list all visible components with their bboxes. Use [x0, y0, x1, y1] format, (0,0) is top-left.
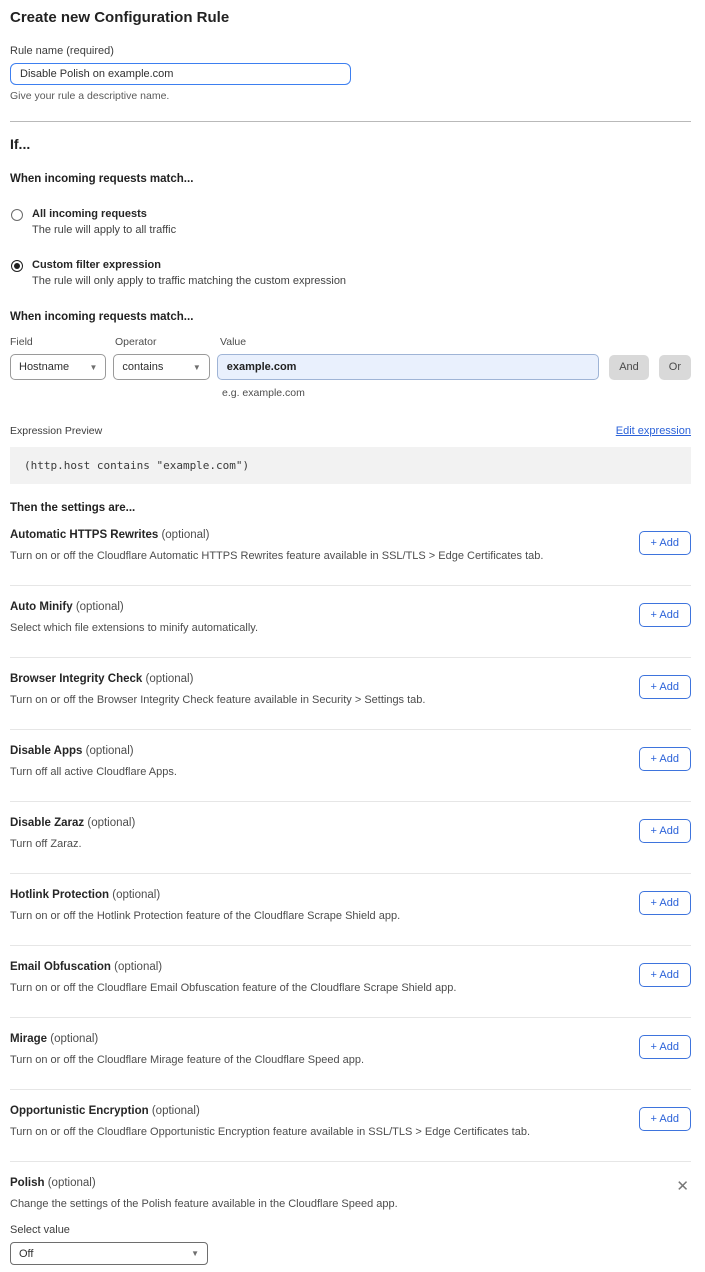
setting-name: Automatic HTTPS Rewrites — [10, 529, 158, 541]
setting-optional-label: (optional) — [146, 673, 194, 685]
add-setting-button[interactable]: + Add — [639, 891, 691, 915]
operator-select[interactable]: contains ▼ — [113, 354, 209, 380]
setting-row-disable-apps: Disable Apps (optional) Turn off all act… — [10, 730, 691, 802]
setting-optional-label: (optional) — [87, 817, 135, 829]
radio-option-all-incoming-requests[interactable]: All incoming requests The rule will appl… — [10, 208, 691, 236]
and-button[interactable]: And — [609, 355, 649, 380]
rule-name-label: Rule name (required) — [10, 45, 691, 57]
setting-row-mirage: Mirage (optional) Turn on or off the Clo… — [10, 1018, 691, 1090]
setting-name: Browser Integrity Check — [10, 673, 142, 685]
add-setting-button[interactable]: + Add — [639, 819, 691, 843]
edit-expression-link[interactable]: Edit expression — [616, 425, 691, 437]
radio-description: The rule will apply to all traffic — [32, 224, 176, 236]
field-select[interactable]: Hostname ▼ — [10, 354, 106, 380]
radio-button-unchecked[interactable] — [11, 209, 23, 221]
rule-name-help-text: Give your rule a descriptive name. — [10, 90, 691, 102]
radio-description: The rule will only apply to traffic matc… — [32, 275, 346, 287]
value-input[interactable] — [217, 354, 599, 380]
or-button[interactable]: Or — [659, 355, 691, 380]
builder-heading: When incoming requests match... — [10, 311, 691, 323]
setting-description: Turn on or off the Cloudflare Automatic … — [10, 550, 543, 562]
create-configuration-rule-page: Create new Configuration Rule Rule name … — [0, 0, 705, 1265]
add-setting-button[interactable]: + Add — [639, 531, 691, 555]
setting-description: Turn on or off the Cloudflare Mirage fea… — [10, 1054, 364, 1066]
setting-description: Turn off all active Cloudflare Apps. — [10, 766, 177, 778]
setting-optional-label: (optional) — [50, 1033, 98, 1045]
expression-preview-label: Expression Preview — [10, 425, 102, 437]
setting-row-opportunistic-encryption: Opportunistic Encryption (optional) Turn… — [10, 1090, 691, 1162]
setting-row-email-obfuscation: Email Obfuscation (optional) Turn on or … — [10, 946, 691, 1018]
setting-optional-label: (optional) — [112, 889, 160, 901]
setting-optional-label: (optional) — [76, 601, 124, 613]
page-title: Create new Configuration Rule — [10, 9, 691, 26]
rule-name-input[interactable] — [10, 63, 351, 85]
setting-description: Turn off Zaraz. — [10, 838, 135, 850]
incoming-requests-match-heading: When incoming requests match... — [10, 173, 691, 185]
setting-row-disable-zaraz: Disable Zaraz (optional) Turn off Zaraz.… — [10, 802, 691, 874]
setting-name: Email Obfuscation — [10, 961, 111, 973]
setting-name: Disable Apps — [10, 745, 82, 757]
chevron-down-icon: ▼ — [191, 1249, 199, 1258]
setting-name: Auto Minify — [10, 601, 73, 613]
add-setting-button[interactable]: + Add — [639, 1107, 691, 1131]
setting-description: Select which file extensions to minify a… — [10, 622, 258, 634]
chevron-down-icon: ▼ — [193, 363, 201, 372]
setting-optional-label: (optional) — [86, 745, 134, 757]
field-label: Field — [10, 336, 115, 348]
setting-name: Mirage — [10, 1033, 47, 1045]
add-setting-button[interactable]: + Add — [639, 675, 691, 699]
radio-label: Custom filter expression — [32, 259, 346, 271]
setting-row-automatic-https-rewrites: Automatic HTTPS Rewrites (optional) Turn… — [10, 514, 691, 586]
setting-name: Polish — [10, 1177, 45, 1189]
select-value-label: Select value — [10, 1224, 676, 1236]
setting-description: Turn on or off the Browser Integrity Che… — [10, 694, 425, 706]
radio-option-custom-filter-expression[interactable]: Custom filter expression The rule will o… — [10, 259, 691, 287]
setting-description: Turn on or off the Cloudflare Opportunis… — [10, 1126, 530, 1138]
setting-name: Hotlink Protection — [10, 889, 109, 901]
radio-button-checked[interactable] — [11, 260, 23, 272]
setting-optional-label: (optional) — [152, 1105, 200, 1117]
operator-label: Operator — [115, 336, 220, 348]
radio-label: All incoming requests — [32, 208, 176, 220]
polish-select-value: Off — [19, 1248, 33, 1260]
setting-optional-label: (optional) — [161, 529, 209, 541]
setting-optional-label: (optional) — [114, 961, 162, 973]
add-setting-button[interactable]: + Add — [639, 963, 691, 987]
setting-row-browser-integrity-check: Browser Integrity Check (optional) Turn … — [10, 658, 691, 730]
setting-row-polish: Polish (optional) Change the settings of… — [10, 1162, 691, 1265]
field-select-value: Hostname — [19, 361, 69, 373]
add-setting-button[interactable]: + Add — [639, 603, 691, 627]
setting-optional-label: (optional) — [48, 1177, 96, 1189]
polish-value-select[interactable]: Off ▼ — [10, 1242, 208, 1265]
if-section-heading: If... — [10, 136, 691, 152]
setting-description: Turn on or off the Cloudflare Email Obfu… — [10, 982, 456, 994]
operator-select-value: contains — [122, 361, 163, 373]
close-icon[interactable]: ✕ — [676, 1179, 689, 1194]
expression-builder: When incoming requests match... Field Op… — [10, 311, 691, 399]
setting-name: Disable Zaraz — [10, 817, 84, 829]
then-settings-heading: Then the settings are... — [10, 502, 691, 514]
value-label: Value — [220, 336, 246, 348]
setting-description: Change the settings of the Polish featur… — [10, 1198, 676, 1210]
setting-row-hotlink-protection: Hotlink Protection (optional) Turn on or… — [10, 874, 691, 946]
setting-description: Turn on or off the Hotlink Protection fe… — [10, 910, 400, 922]
value-hint-text: e.g. example.com — [222, 387, 691, 399]
expression-preview-code: (http.host contains "example.com") — [10, 447, 691, 484]
add-setting-button[interactable]: + Add — [639, 1035, 691, 1059]
setting-name: Opportunistic Encryption — [10, 1105, 149, 1117]
section-divider — [10, 121, 691, 122]
add-setting-button[interactable]: + Add — [639, 747, 691, 771]
setting-row-auto-minify: Auto Minify (optional) Select which file… — [10, 586, 691, 658]
chevron-down-icon: ▼ — [89, 363, 97, 372]
